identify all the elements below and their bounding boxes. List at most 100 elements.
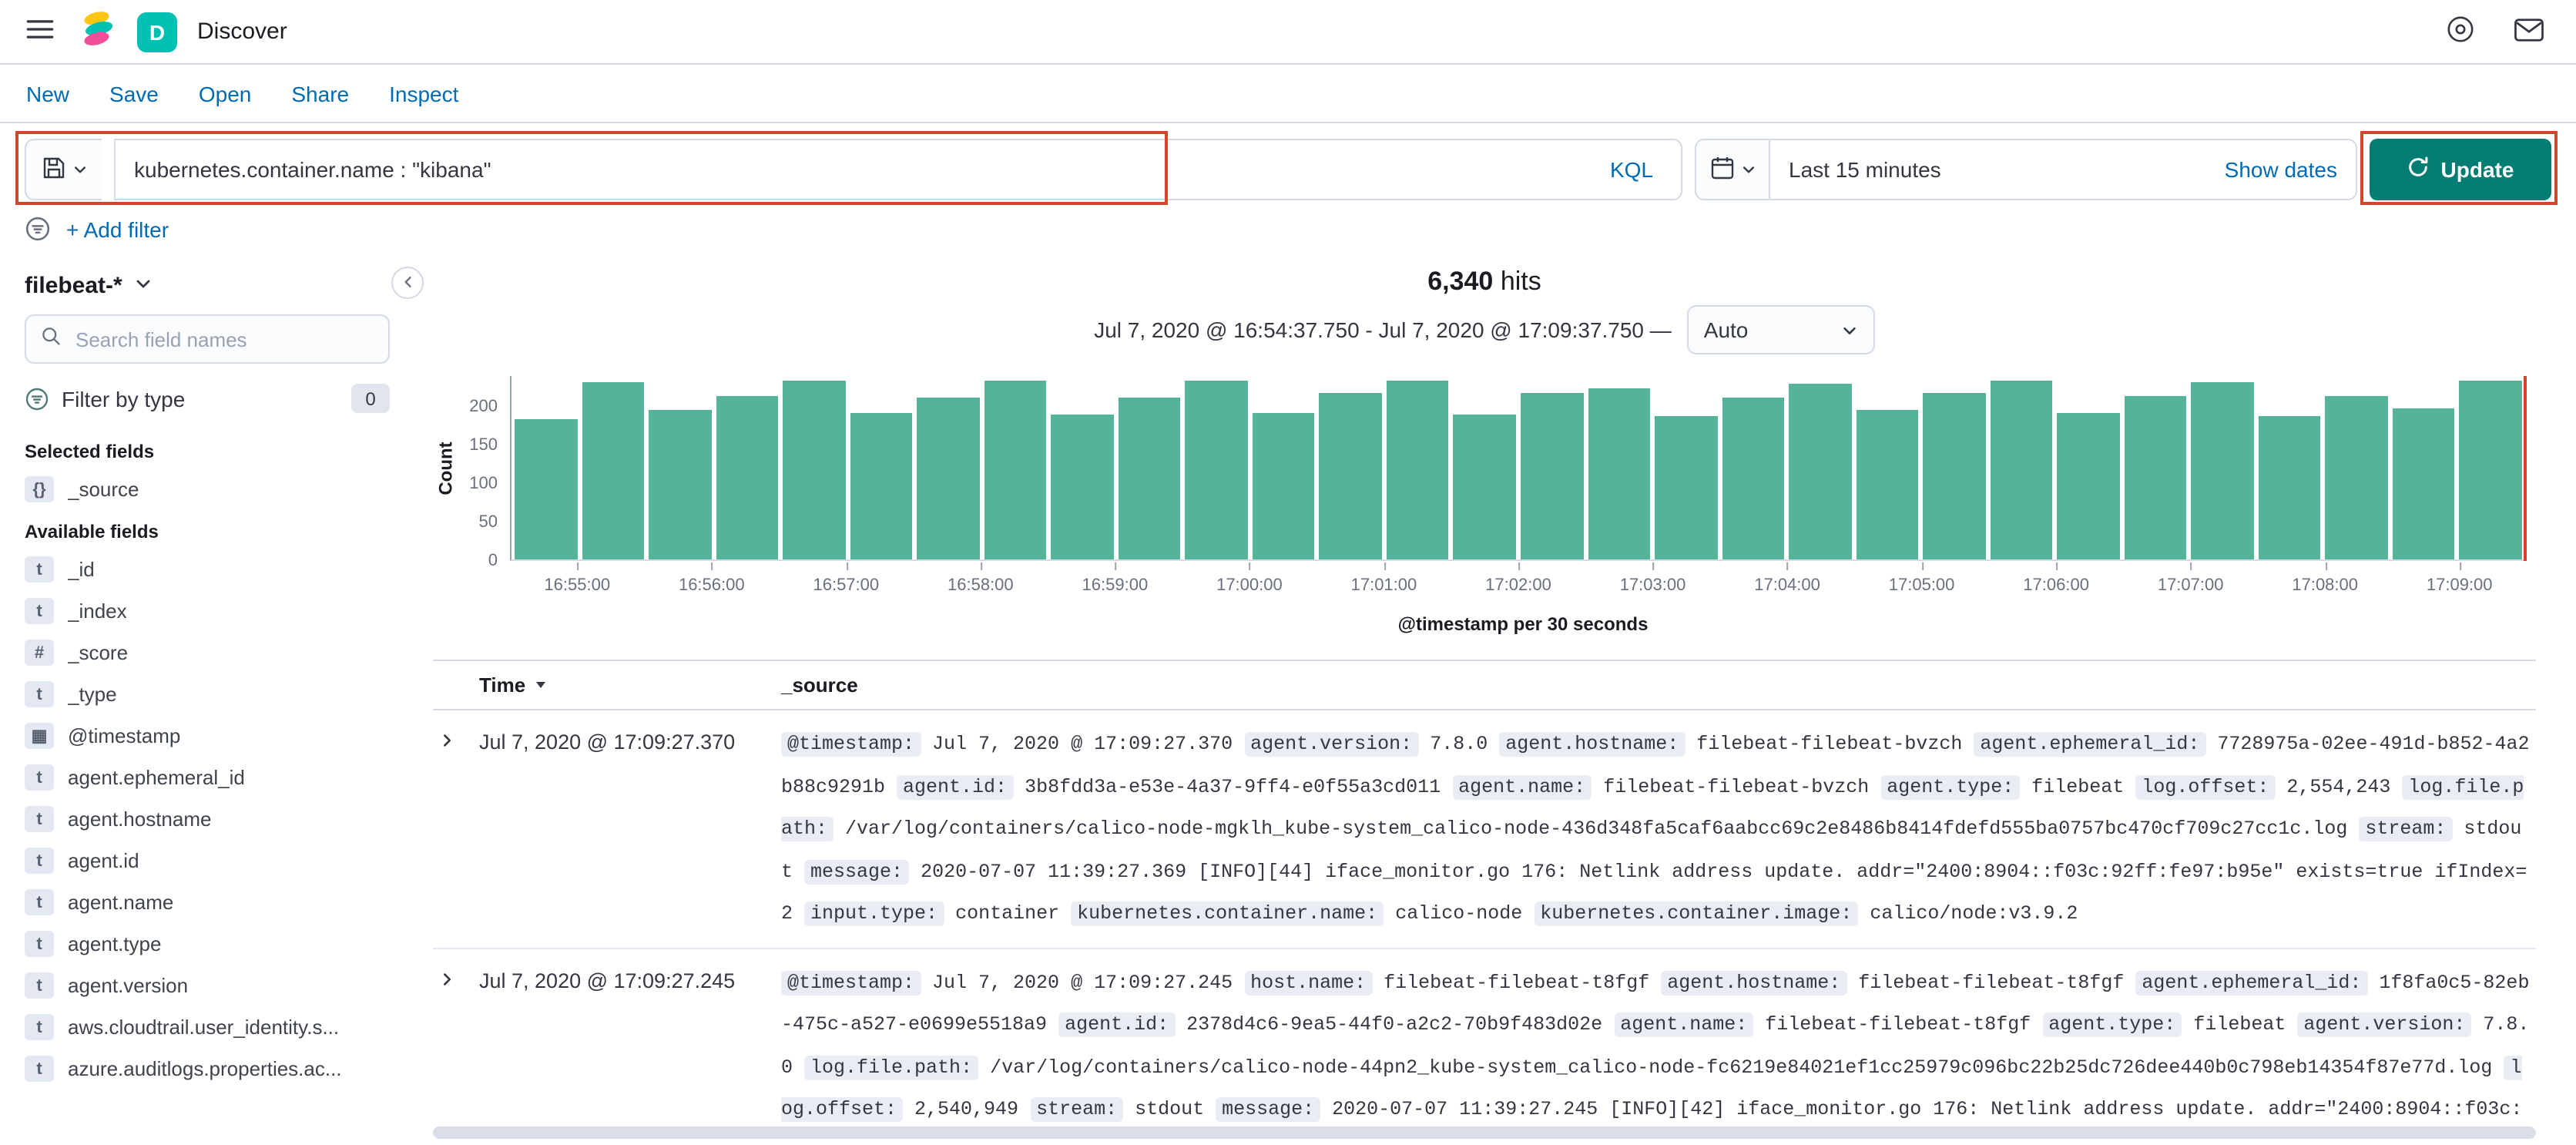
source-field-name[interactable]: message: <box>804 859 910 884</box>
histogram-bar[interactable] <box>1051 415 1114 559</box>
collapse-sidebar-button[interactable] <box>391 267 424 299</box>
field-item-_type[interactable]: t _type <box>25 673 390 715</box>
histogram-bar[interactable] <box>2057 413 2120 559</box>
source-field-name[interactable]: agent.ephemeral_id: <box>2135 970 2368 995</box>
histogram-bar[interactable] <box>1923 393 1986 559</box>
histogram-bar[interactable] <box>515 419 578 559</box>
histogram-bar[interactable] <box>984 381 1047 559</box>
add-filter-link[interactable]: + Add filter <box>66 217 169 241</box>
field-item-_index[interactable]: t _index <box>25 590 390 632</box>
interval-select[interactable]: Auto <box>1686 305 1875 354</box>
source-field-name[interactable]: agent.id: <box>897 774 1014 799</box>
source-field-name[interactable]: stream: <box>2359 817 2453 841</box>
source-field-name[interactable]: agent.id: <box>1058 1012 1176 1037</box>
source-field-name[interactable]: kubernetes.container.image: <box>1534 902 1859 926</box>
saved-query-menu-button[interactable] <box>25 139 102 200</box>
feedback-mail-button[interactable] <box>2510 13 2548 50</box>
histogram-bar[interactable] <box>917 397 980 559</box>
field-item-@timestamp[interactable]: ▦ @timestamp <box>25 715 390 757</box>
source-field-name[interactable]: agent.name: <box>1452 774 1592 799</box>
nav-item-new[interactable]: New <box>26 81 69 106</box>
source-field-name[interactable]: @timestamp: <box>781 970 921 995</box>
expand-row-icon[interactable] <box>439 962 456 992</box>
histogram-bar[interactable] <box>850 413 913 559</box>
field-item-azure.auditlogs.properties.ac...[interactable]: t azure.auditlogs.properties.ac... <box>25 1048 390 1090</box>
filter-by-type-button[interactable]: Filter by type 0 <box>25 364 390 430</box>
histogram-bar[interactable] <box>2124 395 2187 559</box>
update-button[interactable]: Update <box>2370 139 2551 200</box>
source-field-name[interactable]: agent.version: <box>1244 732 1419 757</box>
filter-icon[interactable] <box>25 216 51 242</box>
histogram-bar[interactable] <box>1453 414 1516 559</box>
histogram-bar[interactable] <box>1185 381 1248 559</box>
source-field-name[interactable]: agent.ephemeral_id: <box>1974 732 2206 757</box>
histogram-bar[interactable] <box>1319 393 1382 559</box>
expand-row-icon[interactable] <box>439 724 456 754</box>
histogram-bar[interactable] <box>1252 412 1315 559</box>
update-button-label: Update <box>2440 157 2514 182</box>
source-field-name[interactable]: kubernetes.container.name: <box>1071 902 1384 926</box>
source-field-name[interactable]: agent.hostname: <box>1499 732 1685 757</box>
field-item-agent.hostname[interactable]: t agent.hostname <box>25 798 390 840</box>
histogram-bar[interactable] <box>1722 398 1785 559</box>
source-field-name[interactable]: log.file.path: <box>804 1055 979 1080</box>
nav-item-share[interactable]: Share <box>291 81 349 106</box>
nav-item-inspect[interactable]: Inspect <box>389 81 458 106</box>
source-field-name[interactable]: stream: <box>1030 1097 1124 1122</box>
histogram-bar[interactable] <box>1990 381 2053 559</box>
histogram-bar[interactable] <box>1856 410 1919 559</box>
histogram-bar[interactable] <box>2325 395 2388 559</box>
time-range-value[interactable]: Last 15 minutes <box>1770 157 1960 182</box>
histogram-bar[interactable] <box>783 380 846 559</box>
field-item-agent.type[interactable]: t agent.type <box>25 923 390 965</box>
source-field-name[interactable]: log.offset: <box>2135 774 2276 799</box>
source-field-name[interactable]: message: <box>1216 1097 1321 1122</box>
histogram-bar[interactable] <box>2191 381 2254 559</box>
nav-item-open[interactable]: Open <box>199 81 252 106</box>
histogram-bar[interactable] <box>649 409 712 559</box>
histogram-bar[interactable] <box>1520 393 1583 559</box>
field-item-_id[interactable]: t _id <box>25 549 390 590</box>
index-pattern-name: filebeat-* <box>25 273 122 299</box>
histogram-bar[interactable] <box>716 396 779 559</box>
source-field-name[interactable]: input.type: <box>804 902 944 926</box>
histogram-bar[interactable] <box>1655 416 1718 559</box>
source-field-name[interactable]: agent.name: <box>1614 1012 1754 1037</box>
date-picker-menu-button[interactable] <box>1696 140 1770 199</box>
source-field-name[interactable]: @timestamp: <box>781 732 921 757</box>
field-name: agent.id <box>68 849 139 872</box>
field-item-aws.cloudtrail.user_identity.s...[interactable]: t aws.cloudtrail.user_identity.s... <box>25 1006 390 1048</box>
histogram-bar[interactable] <box>582 381 645 559</box>
show-dates-link[interactable]: Show dates <box>2225 157 2356 182</box>
query-input[interactable]: kubernetes.container.name : "kibana" KQL <box>114 139 1682 200</box>
field-item-agent.ephemeral_id[interactable]: t agent.ephemeral_id <box>25 757 390 798</box>
histogram-bar[interactable] <box>2258 416 2321 559</box>
index-pattern-selector[interactable]: filebeat-* <box>25 270 390 314</box>
fields-sidebar: filebeat-* Filter by type 0 Selected fie… <box>0 257 408 1140</box>
field-search-input[interactable] <box>72 326 374 352</box>
histogram-bar[interactable] <box>1386 380 1449 559</box>
hamburger-menu-button[interactable] <box>22 11 59 52</box>
source-field-name[interactable]: agent.version: <box>2297 1012 2472 1037</box>
source-field-name[interactable]: agent.type: <box>2042 1012 2182 1037</box>
field-item-_source[interactable]: {} _source <box>25 468 390 510</box>
x-axis-tick-label: 17:05:00 <box>1888 562 1955 595</box>
source-field-name[interactable]: host.name: <box>1244 970 1373 995</box>
newsfeed-button[interactable] <box>2442 11 2479 52</box>
nav-item-save[interactable]: Save <box>109 81 159 106</box>
histogram-bar[interactable] <box>1118 398 1181 559</box>
field-item-_score[interactable]: # _score <box>25 632 390 673</box>
field-item-agent.version[interactable]: t agent.version <box>25 965 390 1006</box>
histogram-bar[interactable] <box>1588 388 1651 559</box>
histogram-bar[interactable] <box>2392 408 2455 559</box>
source-field-name[interactable]: agent.type: <box>1880 774 2021 799</box>
field-item-agent.id[interactable]: t agent.id <box>25 840 390 881</box>
horizontal-scrollbar[interactable] <box>433 1127 2536 1139</box>
time-column-header[interactable]: Time <box>479 673 781 697</box>
query-language-button[interactable]: KQL <box>1601 156 1662 183</box>
histogram-bar[interactable] <box>1789 384 1852 559</box>
x-axis-tick-label: 17:08:00 <box>2292 562 2359 595</box>
source-field-name[interactable]: agent.hostname: <box>1661 970 1847 995</box>
histogram-bar[interactable] <box>2459 380 2522 559</box>
field-item-agent.name[interactable]: t agent.name <box>25 881 390 923</box>
